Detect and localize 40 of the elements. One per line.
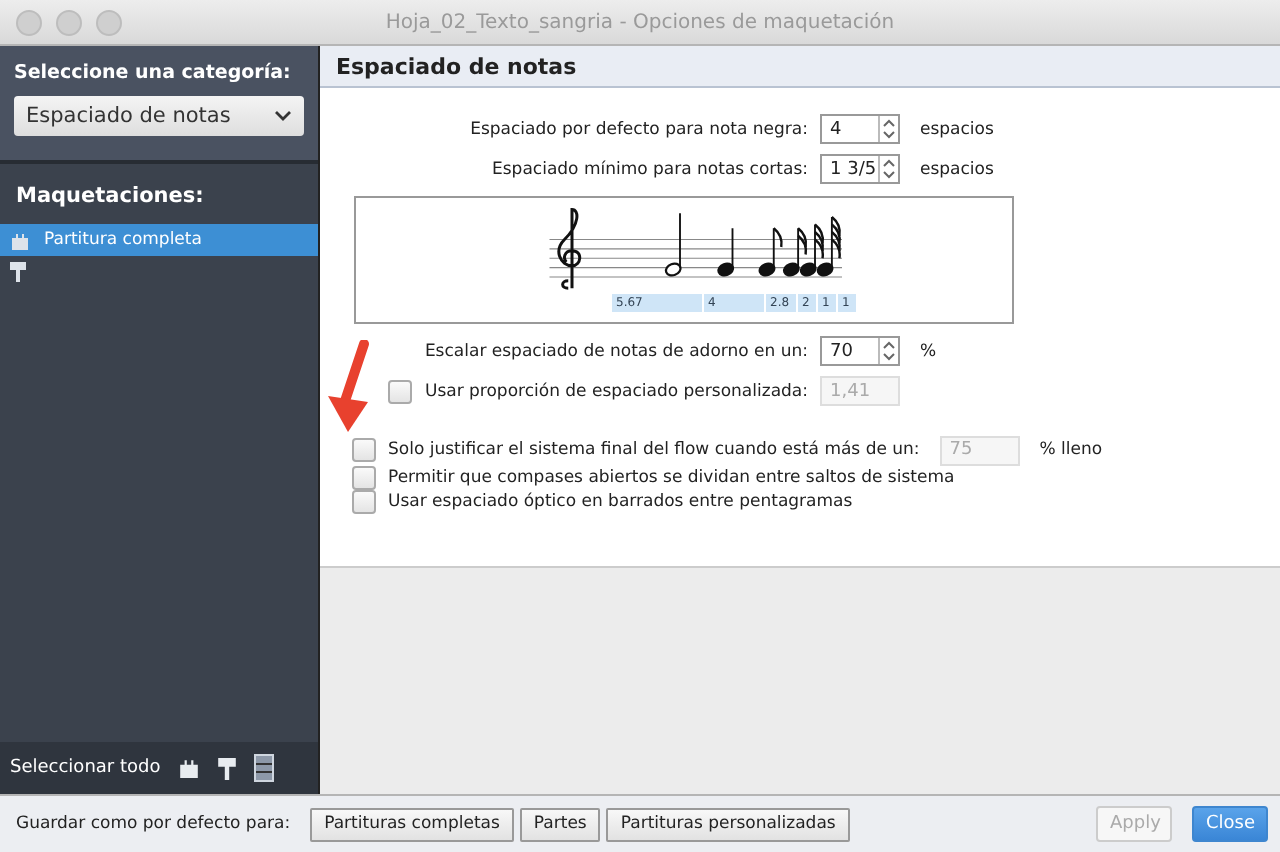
select-all-link[interactable]: Seleccionar todo <box>10 758 161 778</box>
number-field[interactable]: 1 3/5 <box>820 154 900 184</box>
stepper-icon[interactable] <box>878 338 898 364</box>
stepper-icon[interactable] <box>878 156 898 182</box>
pin-icon[interactable] <box>218 757 237 779</box>
save-default-button[interactable]: Partituras personalizadas <box>606 807 850 841</box>
number-field[interactable]: 70 <box>820 336 900 366</box>
window-close-control[interactable] <box>16 9 42 35</box>
category-label: Seleccione una categoría: <box>14 62 293 84</box>
unit-label: % <box>920 341 937 361</box>
checkbox-label: Permitir que compases abiertos se dividan entre saltos de sistema <box>388 468 955 488</box>
save-default-button[interactable]: Partes <box>519 807 601 841</box>
field-label: Espaciado por defecto para nota negra: <box>468 119 808 139</box>
stepper-icon[interactable] <box>878 116 898 142</box>
category-dropdown[interactable]: Espaciado de notas <box>14 96 304 136</box>
score-icon <box>10 231 30 249</box>
unit-label: espacios <box>920 159 994 179</box>
chevron-icon <box>274 110 292 122</box>
number-field[interactable]: 4 <box>820 114 900 144</box>
window-zoom-control[interactable] <box>96 9 122 35</box>
checkbox[interactable] <box>352 466 376 490</box>
save-default-label: Guardar como por defecto para: <box>16 814 291 834</box>
document-icon[interactable] <box>254 754 275 782</box>
section-title: Espaciado de notas <box>336 53 577 79</box>
checkbox-label: Solo justificar el sistema final del flow cuando está más de un: <box>388 440 920 460</box>
checkbox[interactable] <box>352 490 376 514</box>
field-label: Escalar espaciado de notas de adorno en un: <box>422 341 808 361</box>
checkbox-label: Usar espaciado óptico en barrados entre pentagramas <box>388 492 853 512</box>
score-icon[interactable] <box>178 758 201 778</box>
pin-icon <box>10 262 26 282</box>
window-minimize-control[interactable] <box>56 9 82 35</box>
checkbox-label: Usar proporción de espaciado personalizada: <box>424 381 808 401</box>
layouts-heading: Maquetaciones: <box>14 182 206 212</box>
checkbox[interactable] <box>352 438 376 462</box>
checkbox[interactable] <box>388 379 413 403</box>
unit-label: % lleno <box>1039 440 1103 460</box>
save-default-button[interactable]: Partituras completas <box>310 807 514 841</box>
field-label: Espaciado mínimo para notas cortas: <box>490 159 808 179</box>
unit-label: espacios <box>920 119 994 139</box>
window-title: Hoja_02_Texto_sangria - Opciones de maquetación <box>385 11 895 33</box>
